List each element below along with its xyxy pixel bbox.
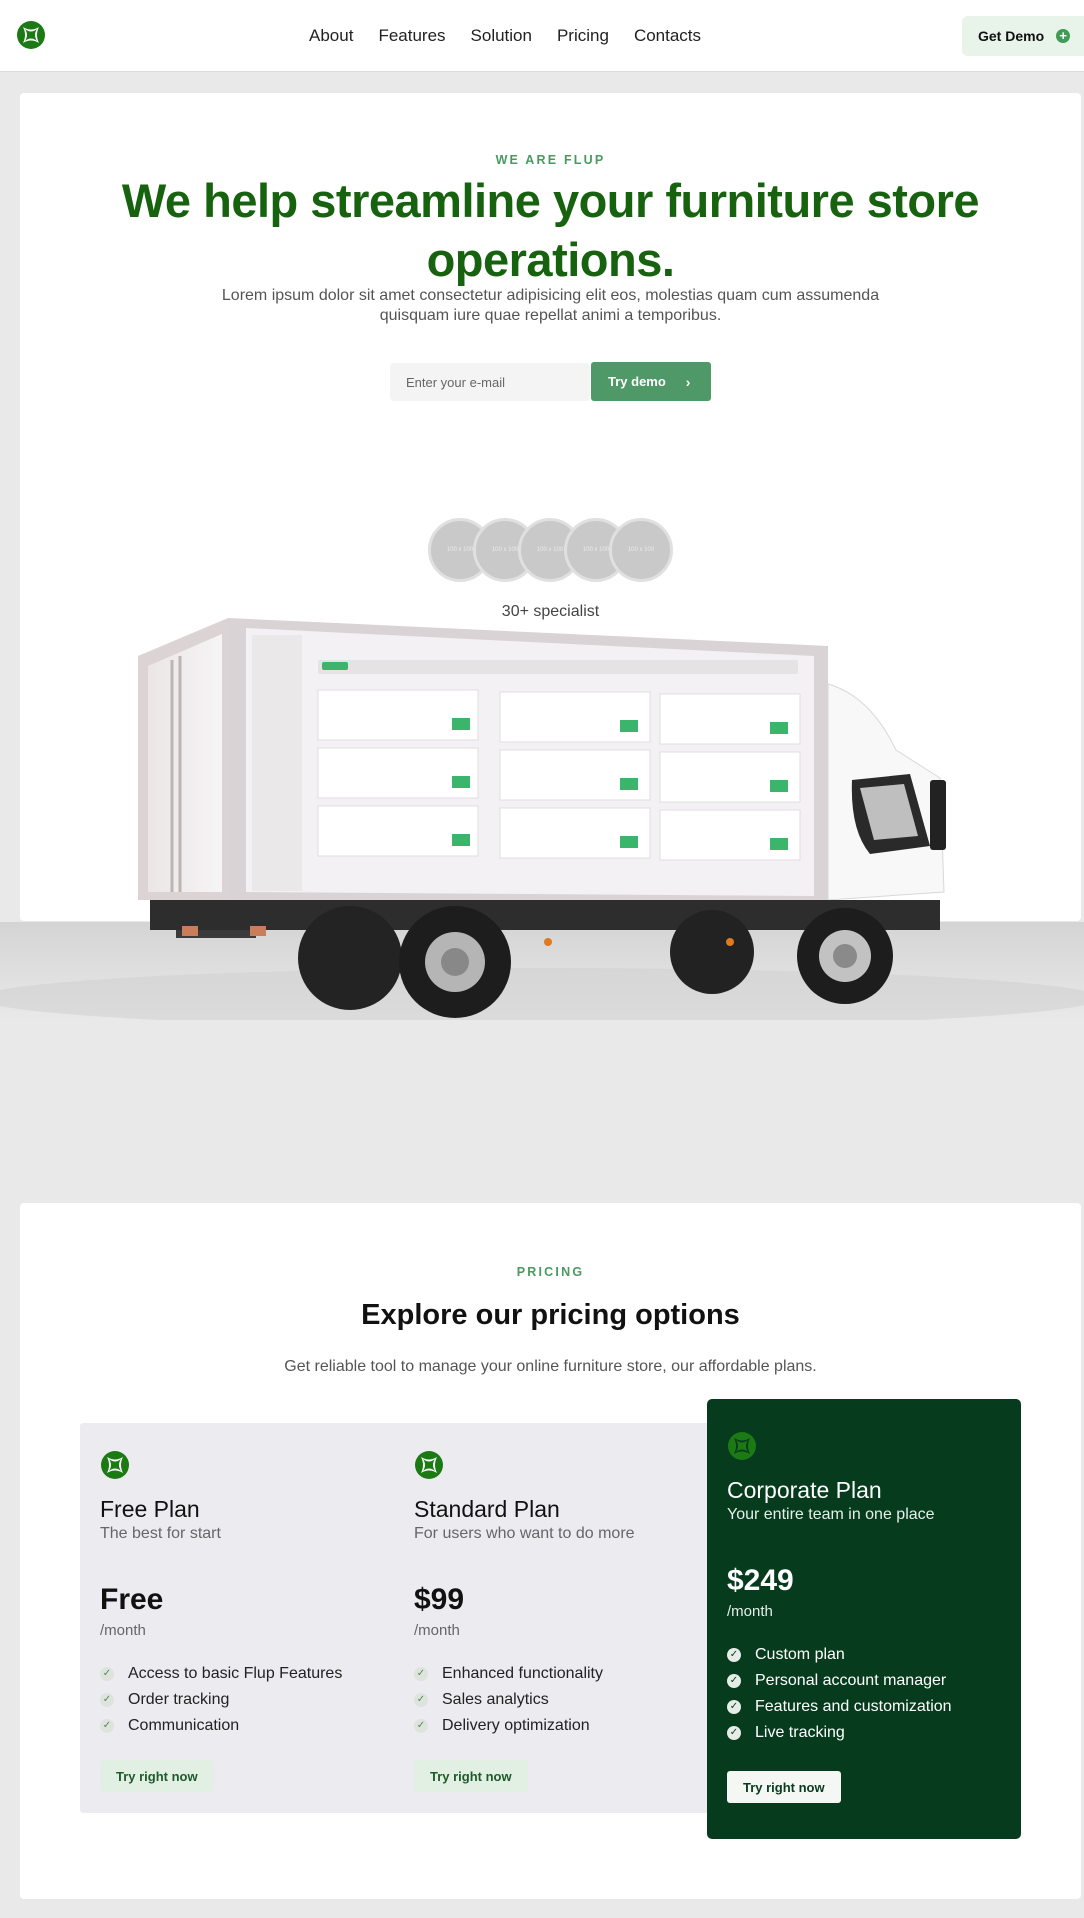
nav-link-about[interactable]: About <box>309 26 353 46</box>
top-nav: About Features Solution Pricing Contacts… <box>0 0 1084 72</box>
feature-label: Delivery optimization <box>442 1717 590 1734</box>
plan-features: ✓ Access to basic Flup Features ✓ Order tr… <box>100 1661 342 1739</box>
feature-label: Enhanced functionality <box>442 1665 603 1682</box>
avatar: 100 x 100 <box>609 518 673 582</box>
try-now-button[interactable]: Try right now <box>100 1760 214 1792</box>
check-icon: ✓ <box>414 1667 428 1681</box>
plan-card-standard: Standard Plan For users who want to do m… <box>414 1450 714 1810</box>
feature-item: ✓ Order tracking <box>100 1687 342 1713</box>
plan-tagline: Your entire team in one place <box>727 1506 935 1523</box>
feature-item: ✓ Access to basic Flup Features <box>100 1661 342 1687</box>
plus-circle-icon: + <box>1056 29 1071 43</box>
check-icon: ✓ <box>414 1693 428 1707</box>
specialist-avatars: 100 x 100 100 x 100 100 x 100 100 x 100 … <box>428 518 688 582</box>
hero-eyebrow: WE ARE FLUP <box>495 153 606 167</box>
feature-item: ✓ Live tracking <box>727 1720 952 1746</box>
hero-subtitle: Lorem ipsum dolor sit amet consectetur a… <box>221 287 880 324</box>
plan-name: Corporate Plan <box>727 1477 882 1503</box>
plan-card-corporate: Corporate Plan Your entire team in one p… <box>707 1399 1021 1839</box>
pricing-subtitle: Get reliable tool to manage your online … <box>284 1358 817 1375</box>
try-now-button[interactable]: Try right now <box>727 1771 841 1803</box>
nav-link-solution[interactable]: Solution <box>471 26 532 46</box>
logo-icon <box>101 1451 129 1479</box>
truck-illustration <box>0 618 1084 1020</box>
feature-item: ✓ Delivery optimization <box>414 1713 603 1739</box>
plan-period: /month <box>100 1622 146 1639</box>
feature-item: ✓ Custom plan <box>727 1642 952 1668</box>
chevron-right-icon: › <box>685 373 691 390</box>
plan-price: $99 <box>414 1583 465 1616</box>
feature-label: Live tracking <box>755 1724 845 1741</box>
plan-tagline: The best for start <box>100 1525 221 1542</box>
feature-label: Custom plan <box>755 1646 845 1663</box>
check-icon: ✓ <box>727 1648 741 1662</box>
feature-label: Access to basic Flup Features <box>128 1665 343 1682</box>
check-icon: ✓ <box>727 1674 741 1688</box>
feature-label: Features and customization <box>755 1698 952 1715</box>
feature-item: ✓ Features and customization <box>727 1694 952 1720</box>
check-icon: ✓ <box>727 1726 741 1740</box>
plan-price: $249 <box>727 1564 794 1597</box>
check-icon: ✓ <box>100 1667 114 1681</box>
feature-label: Personal account manager <box>755 1672 947 1689</box>
plan-price: Free <box>100 1583 164 1616</box>
hero-title: We help streamline your furniture store … <box>121 174 980 286</box>
feature-item: ✓ Personal account manager <box>727 1668 952 1694</box>
pricing-eyebrow: PRICING <box>516 1265 585 1279</box>
feature-label: Communication <box>128 1717 240 1734</box>
feature-label: Order tracking <box>128 1691 230 1708</box>
logo-icon <box>728 1432 756 1460</box>
pricing-section: PRICING Explore our pricing options Get … <box>20 1203 1081 1899</box>
nav-link-pricing[interactable]: Pricing <box>557 26 609 46</box>
try-demo-button[interactable]: Try demo › <box>591 362 711 401</box>
nav-link-features[interactable]: Features <box>378 26 445 46</box>
feature-item: ✓ Enhanced functionality <box>414 1661 603 1687</box>
plan-tagline: For users who want to do more <box>414 1525 635 1542</box>
try-demo-label: Try demo <box>608 374 666 389</box>
nav-link-contacts[interactable]: Contacts <box>634 26 701 46</box>
check-icon: ✓ <box>414 1719 428 1733</box>
check-icon: ✓ <box>727 1700 741 1714</box>
feature-item: ✓ Sales analytics <box>414 1687 603 1713</box>
plan-features: ✓ Custom plan ✓ Personal account manager … <box>727 1642 952 1746</box>
logo-icon[interactable] <box>16 20 46 50</box>
get-demo-label: Get Demo <box>978 28 1045 44</box>
plan-name: Free Plan <box>100 1496 200 1522</box>
feature-label: Sales analytics <box>442 1691 549 1708</box>
plan-card-free: Free Plan The best for start Free /month… <box>100 1450 400 1810</box>
logo-icon <box>415 1451 443 1479</box>
feature-item: ✓ Communication <box>100 1713 342 1739</box>
get-demo-button[interactable]: Get Demo + <box>962 16 1084 56</box>
plan-period: /month <box>727 1603 773 1620</box>
plan-name: Standard Plan <box>414 1496 560 1522</box>
try-now-button[interactable]: Try right now <box>414 1760 528 1792</box>
check-icon: ✓ <box>100 1693 114 1707</box>
pricing-title: Explore our pricing options <box>361 1299 740 1331</box>
plan-period: /month <box>414 1622 460 1639</box>
email-input[interactable] <box>390 363 590 401</box>
nav-links: About Features Solution Pricing Contacts <box>309 26 701 46</box>
plan-features: ✓ Enhanced functionality ✓ Sales analytics… <box>414 1661 603 1739</box>
plan-content: Corporate Plan Your entire team in one p… <box>727 1431 1017 1831</box>
check-icon: ✓ <box>100 1719 114 1733</box>
